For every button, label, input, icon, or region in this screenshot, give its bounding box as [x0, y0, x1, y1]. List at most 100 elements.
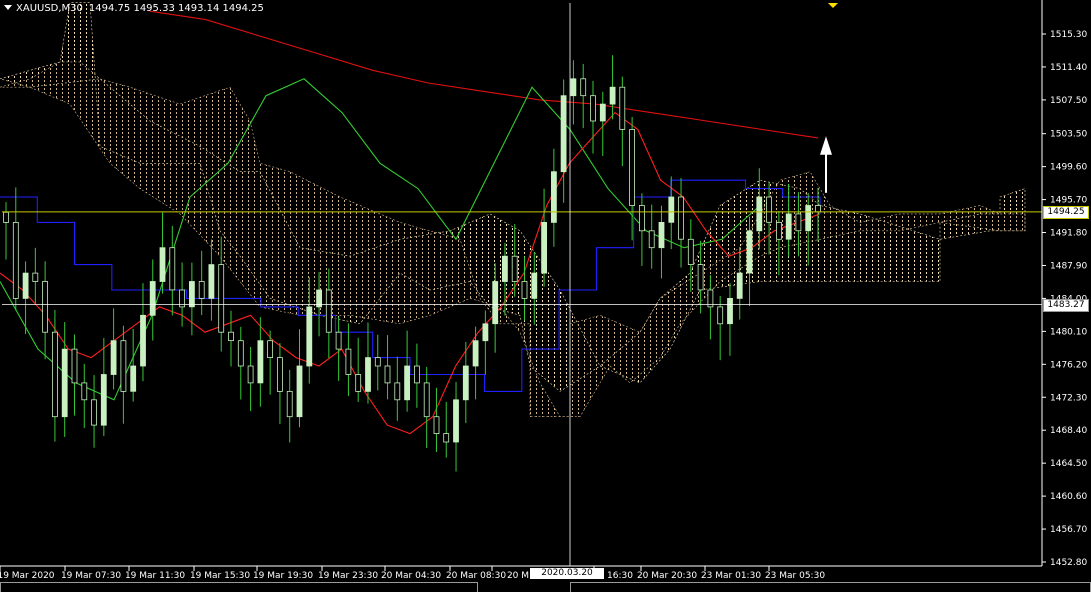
candle-body [22, 272, 29, 299]
candle-body [198, 281, 205, 299]
crosshair-price-tag: 1483.27 [1043, 299, 1089, 312]
candle-body [756, 196, 763, 232]
candle-body [619, 86, 626, 130]
candle-body [746, 230, 753, 274]
candle-body [629, 129, 635, 206]
price-tick-label: 1456.70 [1050, 525, 1087, 535]
candle-body [658, 221, 665, 249]
candle-body [590, 95, 596, 122]
symbol-label: XAUUSD,M30 [16, 3, 83, 14]
candle-body [110, 340, 117, 375]
candle-body [697, 264, 704, 291]
candle-body [12, 221, 19, 299]
candle-body [384, 365, 391, 384]
candle-body [188, 281, 195, 308]
candle-body [736, 272, 743, 299]
candle-body [727, 297, 733, 325]
price-tick-label: 1452.80 [1050, 558, 1087, 568]
candle-body [492, 281, 499, 325]
candle-body [120, 340, 127, 392]
candle-body [61, 348, 68, 418]
price-tick-label: 1472.30 [1050, 393, 1087, 403]
candle-body [551, 171, 557, 223]
candle-body [453, 399, 459, 443]
candle-body [795, 213, 802, 232]
price-tick-label: 1476.20 [1050, 360, 1087, 370]
price-tick-label: 1507.50 [1050, 96, 1087, 106]
candle-body [609, 86, 616, 105]
candle-body [286, 390, 293, 418]
candle-body [570, 78, 577, 97]
candle-body [443, 433, 450, 443]
candle-body [52, 331, 58, 418]
candle-body [335, 331, 342, 350]
candle-body [433, 416, 440, 435]
candle-body [805, 205, 812, 232]
candle-body [100, 374, 107, 426]
chart-tabs-strip [0, 580, 1091, 592]
candle-body [687, 238, 694, 266]
candle-body [228, 331, 234, 342]
dropdown-triangle-icon[interactable] [4, 5, 12, 10]
candle-body [531, 272, 538, 299]
candle-body [276, 357, 283, 392]
candle-body [511, 255, 518, 282]
price-tick-label: 1464.50 [1050, 459, 1087, 469]
price-tick-label: 1495.70 [1050, 196, 1087, 206]
price-tick-label: 1511.40 [1050, 63, 1087, 73]
candle-body [71, 348, 78, 384]
candle-body [785, 213, 792, 240]
candle-body [169, 247, 176, 291]
candle-body [306, 306, 313, 367]
candle-body [599, 103, 606, 122]
candle-body [365, 357, 371, 392]
candle-body [717, 306, 724, 325]
candle-body [815, 205, 821, 213]
candle-body [580, 78, 587, 97]
price-tick-label: 1499.60 [1050, 163, 1087, 173]
candle-body [668, 196, 675, 223]
candle-body [355, 374, 362, 392]
candle-body [404, 365, 411, 401]
candle-body [648, 230, 655, 249]
candle-body [218, 264, 225, 333]
crosshair-time-tag: 2020.03.20 16:00 [530, 568, 604, 589]
chart-canvas[interactable]: 1515.30 1511.40 1507.50 1503.50 1499.60 1495.… [0, 0, 1091, 591]
price-tick-label: 1515.30 [1050, 30, 1087, 40]
candle-body [482, 323, 489, 342]
candle-body [766, 196, 772, 223]
price-tick-label: 1503.50 [1050, 130, 1087, 140]
candle-body [776, 221, 782, 240]
candle-body [237, 340, 244, 367]
candle-body [472, 340, 479, 367]
candle-body [32, 272, 39, 282]
candle-body [247, 365, 254, 384]
ohlc-readout: 1494.75 1495.33 1493.14 1494.25 [88, 3, 264, 14]
price-tick-label: 1460.60 [1050, 492, 1087, 502]
candle-body [413, 365, 420, 384]
price-tick-label: 1468.40 [1050, 426, 1087, 436]
candle-body [501, 255, 508, 282]
candle-body [208, 264, 215, 299]
candle-body [140, 314, 146, 367]
candle-body [296, 365, 303, 418]
candle-body [325, 289, 332, 333]
candle-body [159, 247, 166, 282]
candle-body [42, 281, 48, 333]
candle-body [374, 357, 381, 367]
current-price-tag: 1494.25 [1043, 206, 1089, 219]
price-tick-label: 1480.10 [1050, 327, 1087, 337]
price-tick-label: 1491.80 [1050, 229, 1087, 239]
candle-body [541, 221, 547, 274]
candle-body [3, 211, 9, 223]
candle-body [423, 382, 430, 418]
candle-body [678, 196, 684, 240]
candle-body [91, 399, 97, 426]
candle-body [521, 281, 528, 299]
candle-body [149, 281, 156, 316]
candle-body [345, 348, 352, 375]
price-tick-label: 1487.90 [1050, 262, 1087, 272]
candle-body [560, 95, 567, 173]
candle-body [81, 382, 88, 401]
candle-body [130, 365, 137, 392]
